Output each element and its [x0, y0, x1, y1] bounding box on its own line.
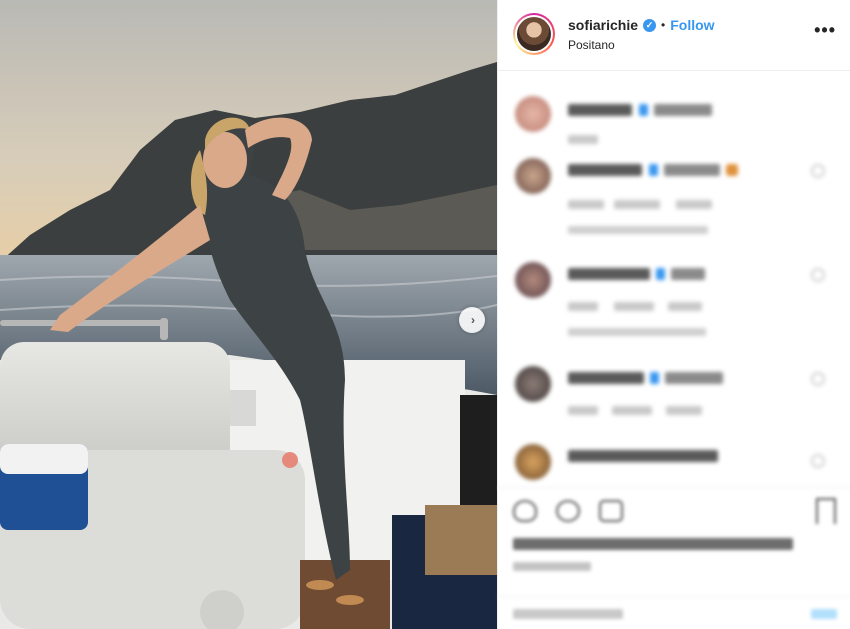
- post-actions: [498, 487, 850, 629]
- post-button[interactable]: [811, 609, 837, 619]
- chevron-right-icon: ›: [471, 313, 475, 327]
- avatar[interactable]: [515, 366, 551, 402]
- user-line: sofiarichie ✓ • Follow: [568, 17, 715, 33]
- bookmark-icon[interactable]: [816, 498, 836, 524]
- heart-icon[interactable]: [811, 164, 825, 178]
- comment-icon[interactable]: [556, 500, 580, 522]
- comments-list: [498, 72, 850, 487]
- avatar[interactable]: [515, 158, 551, 194]
- username-link[interactable]: sofiarichie: [568, 17, 638, 33]
- heart-icon[interactable]: [513, 500, 537, 522]
- avatar-image: [517, 17, 551, 51]
- location-link[interactable]: Positano: [568, 38, 615, 52]
- share-icon[interactable]: [599, 500, 623, 522]
- avatar[interactable]: [515, 262, 551, 298]
- heart-icon[interactable]: [811, 454, 825, 468]
- comment-input[interactable]: [513, 609, 623, 619]
- heart-icon[interactable]: [811, 372, 825, 386]
- follow-button[interactable]: Follow: [670, 17, 714, 33]
- post-sidebar: sofiarichie ✓ • Follow Positano •••: [497, 0, 850, 629]
- verified-badge-icon: ✓: [643, 18, 657, 32]
- avatar[interactable]: [515, 444, 551, 480]
- post-image: [0, 0, 497, 629]
- post-date: [513, 562, 591, 571]
- avatar[interactable]: [513, 13, 555, 55]
- next-photo-button[interactable]: ›: [459, 307, 485, 333]
- likes-count[interactable]: [513, 538, 793, 550]
- heart-icon[interactable]: [811, 268, 825, 282]
- more-options-icon[interactable]: •••: [814, 20, 836, 41]
- separator: •: [661, 18, 666, 32]
- avatar[interactable]: [515, 96, 551, 132]
- post-photo: ›: [0, 0, 497, 629]
- post-header: sofiarichie ✓ • Follow Positano •••: [498, 0, 850, 71]
- add-comment-bar: [498, 596, 850, 629]
